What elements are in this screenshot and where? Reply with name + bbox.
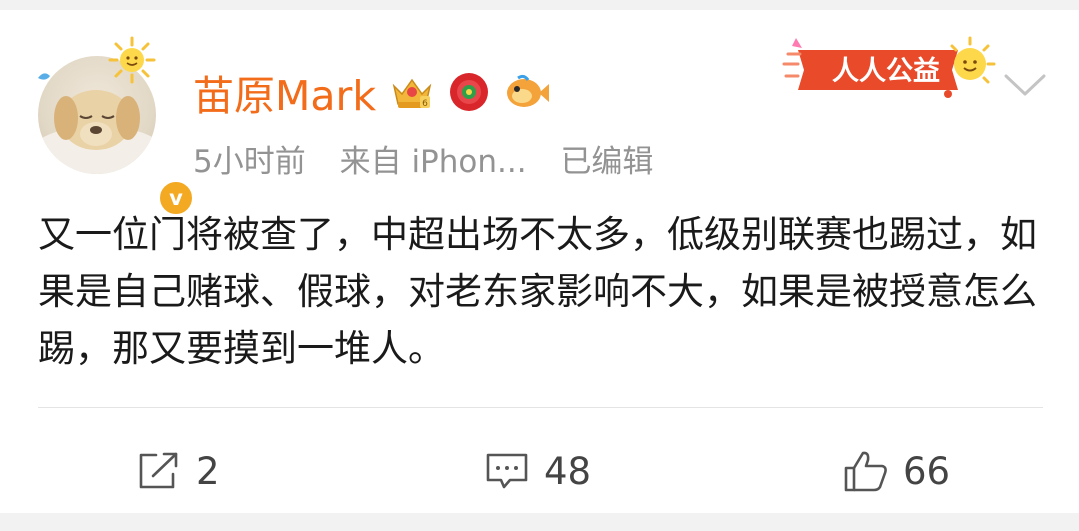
fish-badge-icon[interactable]	[504, 72, 550, 112]
share-button[interactable]: 2	[136, 446, 220, 496]
comment-icon	[486, 453, 528, 489]
divider	[38, 407, 1043, 408]
svg-text:6: 6	[422, 99, 428, 109]
post-meta: 5小时前 来自 iPhon... 已编辑	[193, 136, 677, 181]
crown-badge-icon[interactable]: 6	[390, 72, 434, 112]
comment-button[interactable]: 48	[484, 446, 591, 496]
charity-badge-label: 人人公益	[832, 56, 940, 87]
charity-badge[interactable]: 人人公益	[758, 30, 998, 110]
like-count: 66	[903, 449, 951, 493]
author-row: 苗原Mark 6	[193, 62, 550, 122]
edited-label[interactable]: 已编辑	[560, 144, 653, 180]
sun-decoration-icon	[108, 36, 156, 84]
share-icon	[139, 452, 178, 489]
comment-count: 48	[544, 449, 592, 493]
chevron-down-icon[interactable]	[1002, 72, 1048, 100]
like-button[interactable]: 66	[843, 446, 950, 496]
author-name[interactable]: 苗原Mark	[193, 62, 376, 122]
share-count: 2	[196, 449, 220, 493]
thumbs-up-icon	[844, 451, 887, 492]
blue-bird-decoration-icon	[38, 73, 50, 80]
red-flower-badge-icon[interactable]	[448, 71, 490, 113]
weibo-post-card: v 苗原Mark 6 5小时前 来自 iPhon... 已编辑 人人公益 又一位…	[0, 10, 1079, 513]
post-source[interactable]: 来自 iPhon...	[340, 144, 527, 180]
post-time: 5小时前	[193, 144, 306, 180]
post-content: 又一位门将被查了，中超出场不太多，低级别联赛也踢过，如果是自己赌球、假球，对老东…	[38, 213, 1037, 370]
